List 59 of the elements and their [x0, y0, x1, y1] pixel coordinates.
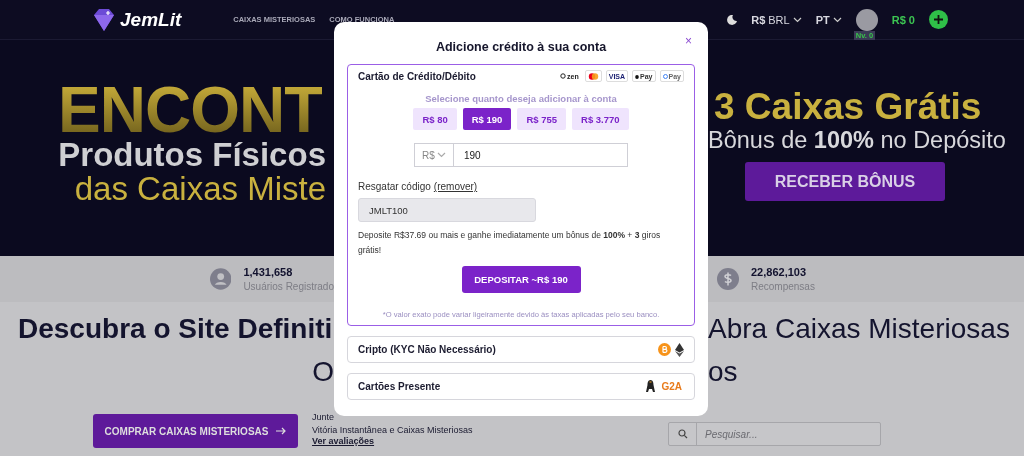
- search-field[interactable]: Pesquisar...: [668, 422, 881, 446]
- redeem-label: Resgatar código: [358, 181, 431, 192]
- penguin-icon: [646, 380, 656, 393]
- moon-icon[interactable]: [727, 14, 738, 25]
- section-heading: Abra Caixas Misteriosas: [708, 313, 1011, 345]
- brand-name[interactable]: JemLit: [120, 8, 182, 31]
- payment-method-title: Cartão de Crédito/Débito: [358, 70, 476, 82]
- diamond-logo-icon: [92, 7, 116, 32]
- payment-method-title: Cripto (KYC Não Necessário): [358, 344, 496, 355]
- amount-option[interactable]: R$ 3.770: [572, 108, 629, 130]
- close-button[interactable]: ×: [685, 34, 692, 48]
- language-select[interactable]: PT: [815, 13, 842, 26]
- arrow-right-icon: [276, 427, 287, 435]
- reviews-link[interactable]: Ver avaliações: [312, 436, 375, 446]
- amount-prompt: Selecione quanto deseja adicionar à conta: [424, 93, 618, 104]
- buy-boxes-button[interactable]: COMPRAR CAIXAS MISTERIOSAS: [93, 414, 298, 448]
- reviews-text: Junte: [312, 412, 336, 422]
- code-field[interactable]: JMLT100: [358, 198, 536, 222]
- promo-subtitle: Bônus de 100% no Depósito: [708, 126, 1006, 154]
- receive-bonus-button[interactable]: RECEBER BÔNUS: [745, 162, 945, 201]
- crypto-payment-row[interactable]: Cripto (KYC Não Necessário): [347, 336, 695, 363]
- hero-title: Produtos Físicos: [58, 138, 326, 172]
- stat-label: Usuários Registrado: [243, 281, 334, 292]
- stat-label: Recompensas: [751, 281, 815, 292]
- section-heading: Descubra o Site Definiti: [17, 313, 334, 345]
- remove-link[interactable]: (remover): [433, 181, 478, 192]
- dollar-icon: [717, 268, 739, 290]
- section-heading: O: [311, 356, 334, 388]
- bitcoin-icon: [658, 343, 671, 356]
- card-payment-panel[interactable]: [347, 64, 695, 326]
- deposit-button[interactable]: DEPOSITAR ~R$ 190: [461, 266, 581, 293]
- stat-value: 1,431,658: [243, 266, 294, 278]
- currency-select[interactable]: R$ BRL: [751, 13, 802, 26]
- stat-value: 22,862,103: [751, 266, 808, 278]
- payment-method-title: Cartões Presente: [358, 381, 441, 392]
- plus-icon: [934, 15, 943, 24]
- mastercard-logo: [584, 70, 602, 82]
- bonus-text: Deposite R$37.69 ou mais e ganhe imediatamente um bônus de 100% + 3 giros grátis!: [358, 229, 662, 257]
- balance: R$ 0: [891, 13, 915, 26]
- chevron-down-icon: [832, 16, 842, 23]
- g2a-logo: G2A: [660, 380, 683, 393]
- amount-option[interactable]: R$ 80: [413, 108, 457, 130]
- amount-option[interactable]: R$ 190: [462, 108, 512, 130]
- hero-subtitle: das Caixas Miste: [74, 172, 326, 206]
- promo-headline: 3 Caixas Grátis: [714, 88, 982, 126]
- gift-card-payment-row[interactable]: Cartões Presente G2A: [347, 373, 695, 400]
- chevron-down-icon: [792, 16, 802, 23]
- ethereum-icon: [675, 342, 684, 357]
- search-input[interactable]: Pesquisar...: [697, 427, 877, 441]
- section-heading: os: [708, 356, 739, 388]
- reviews-text: Vitória Instantânea e Caixas Misteriosas: [312, 425, 474, 435]
- amount-option[interactable]: R$ 755: [517, 108, 567, 130]
- user-icon: [210, 268, 232, 290]
- dialog-title: Adicione crédito à sua conta: [435, 40, 607, 54]
- add-credit-button[interactable]: [929, 10, 948, 29]
- chevron-down-icon: [436, 152, 446, 158]
- avatar[interactable]: [855, 8, 878, 31]
- search-icon: [677, 429, 688, 439]
- amount-field[interactable]: R$ 190: [414, 143, 628, 167]
